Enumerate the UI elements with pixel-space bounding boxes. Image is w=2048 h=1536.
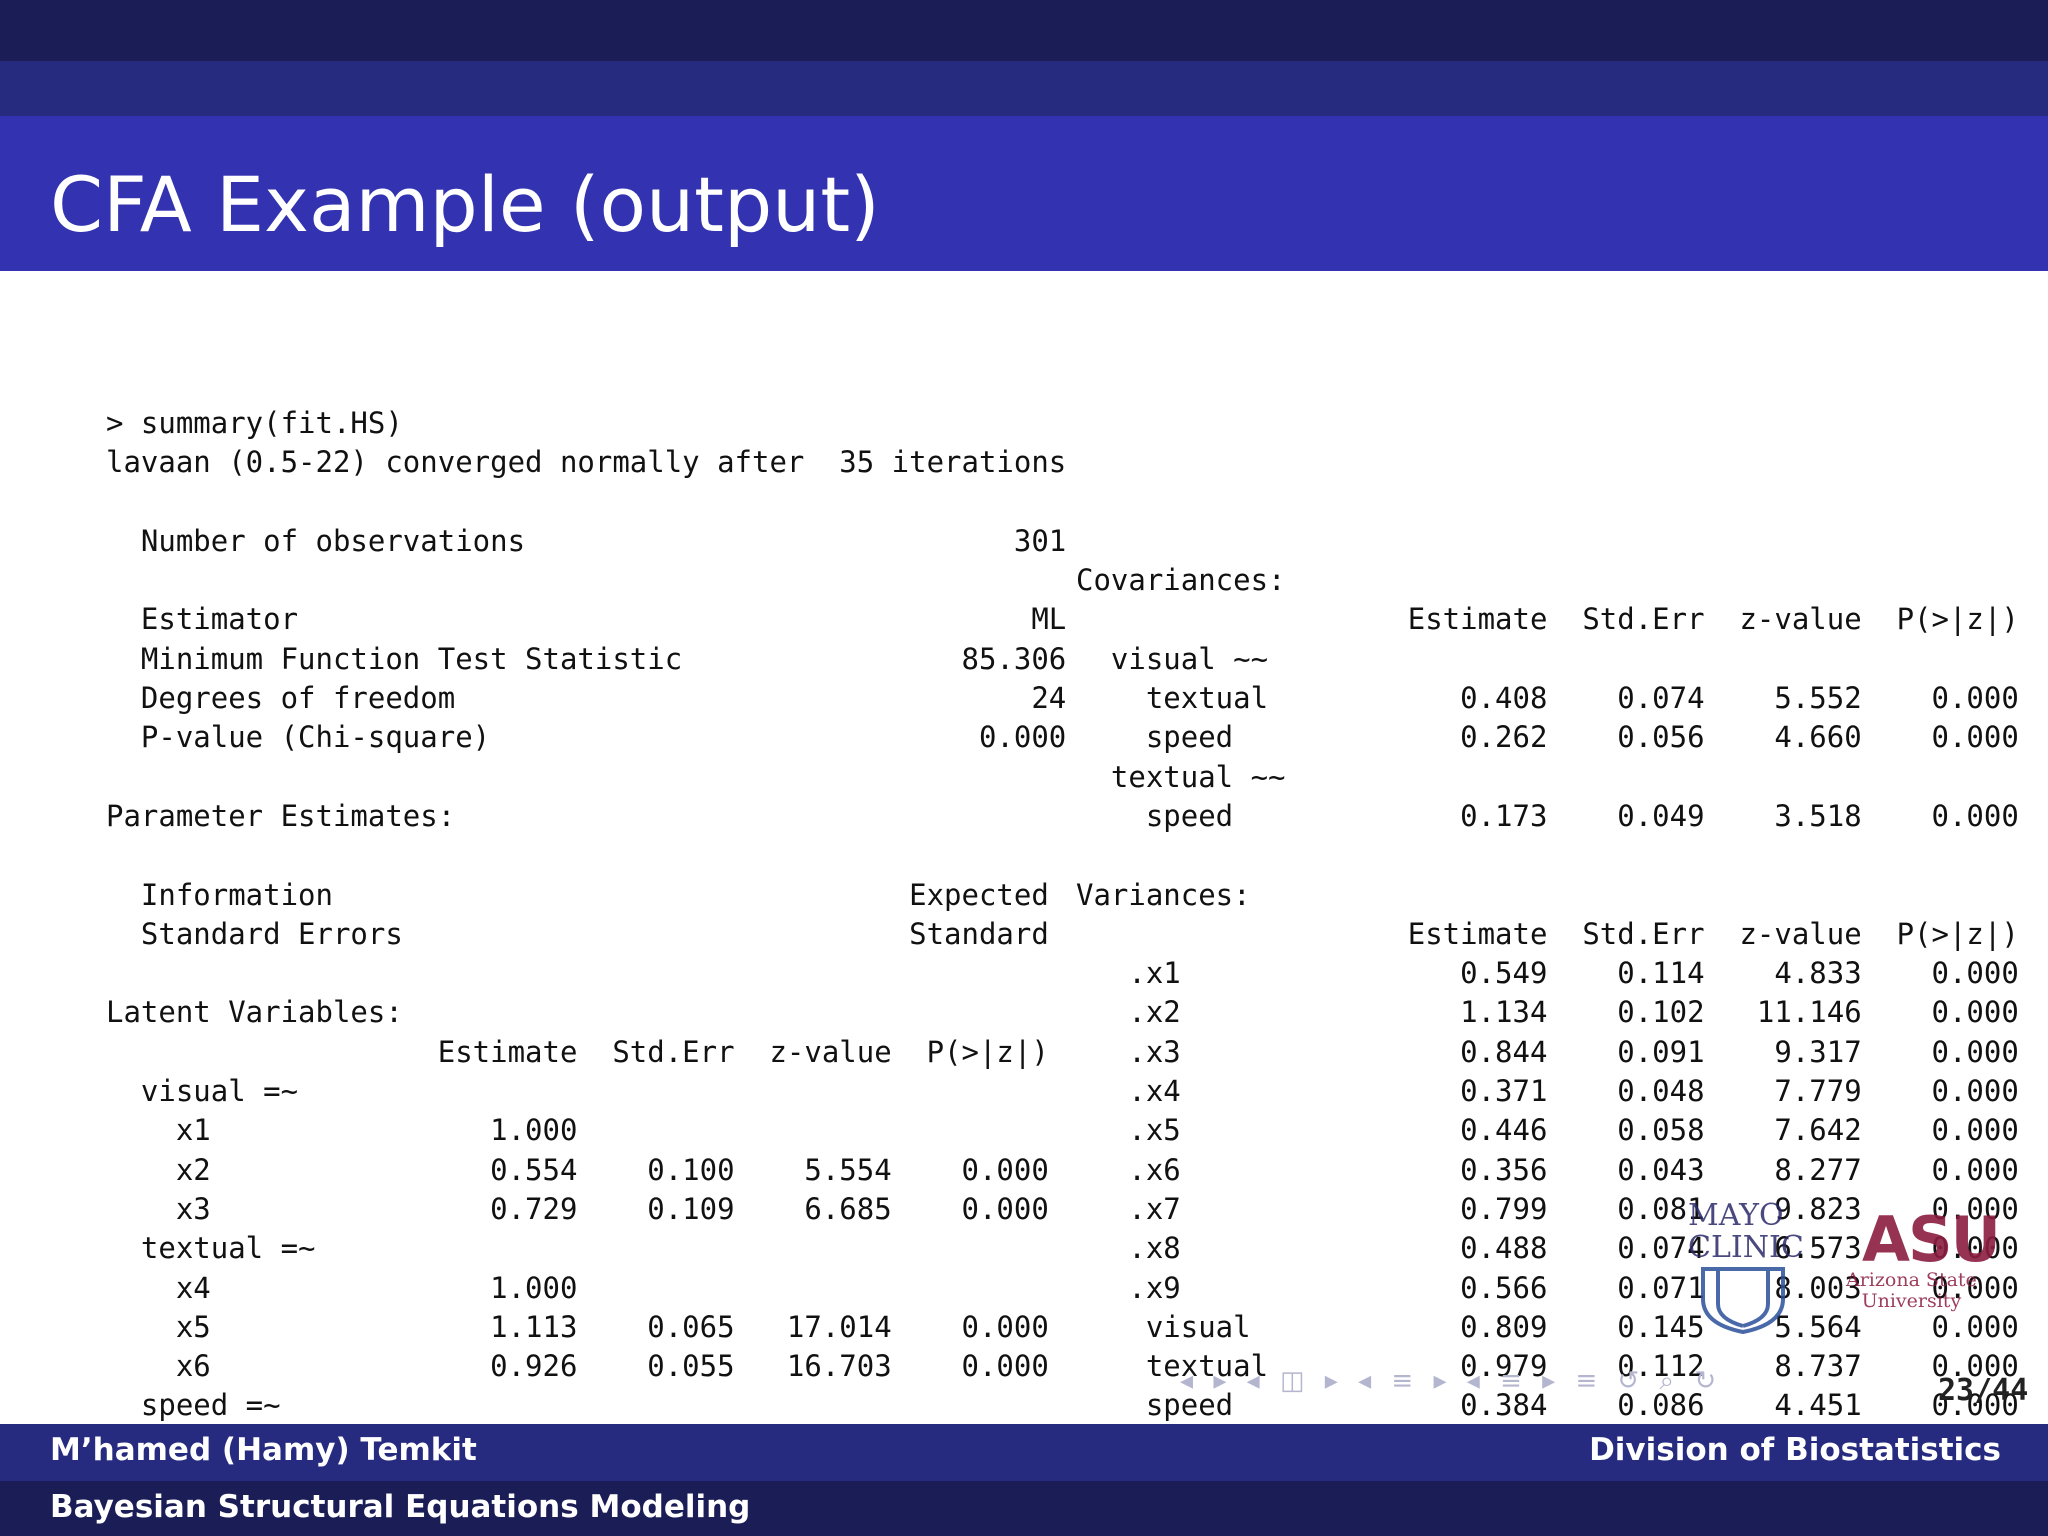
- output-line: Covariances:: [1076, 563, 1286, 598]
- output-line: x4 1.000: [106, 1270, 578, 1305]
- output-line: > summary(fit.HS): [106, 406, 403, 440]
- output-line: Variances:: [1076, 877, 1251, 912]
- mayo-clinic-logo: MAYO CLINIC: [1688, 1200, 1804, 1334]
- output-line: .x2 1.134 0.102 11.146 0.000: [1076, 995, 2019, 1030]
- page-number: 23/44: [1938, 1373, 2029, 1408]
- output-line: visual 0.809 0.145 5.564 0.000: [1076, 1309, 2019, 1344]
- output-line: speed =~: [106, 1388, 281, 1423]
- output-line: .x3 0.844 0.091 9.317 0.000: [1076, 1034, 2019, 1069]
- output-line: textual =~: [106, 1231, 316, 1266]
- header-middle-band: [0, 61, 2048, 116]
- output-line: speed 0.173 0.049 3.518 0.000: [1076, 798, 2019, 833]
- beamer-navigation-icons[interactable]: ◂ ▸ ◂ ◫ ▸ ◂ ≡ ▸ ◂ ≡ ▸ ≡ ↺ ⌕ ↻: [1180, 1366, 1722, 1397]
- output-line: textual ~~: [1076, 759, 1286, 794]
- mayo-logo-line2: CLINIC: [1688, 1230, 1804, 1265]
- output-line: Information Expected: [106, 877, 1049, 912]
- output-line: .x1 0.549 0.114 4.833 0.000: [1076, 956, 2019, 991]
- slide-title: CFA Example (output): [50, 160, 880, 249]
- output-line: x3 0.729 0.109 6.685 0.000: [106, 1191, 1049, 1226]
- output-line: lavaan (0.5-22) converged normally after…: [106, 445, 1067, 480]
- output-line: Degrees of freedom 24: [106, 681, 1067, 716]
- output-line: .x4 0.371 0.048 7.779 0.000: [1076, 1074, 2019, 1109]
- output-line: x5 1.113 0.065 17.014 0.000: [106, 1309, 1049, 1344]
- output-line: Estimate Std.Err z-value P(>|z|): [1076, 602, 2019, 637]
- output-line: Number of observations 301: [106, 523, 1067, 558]
- output-line: Standard Errors Standard: [106, 916, 1049, 951]
- output-line: .x5 0.446 0.058 7.642 0.000: [1076, 1113, 2019, 1148]
- output-line: Estimate Std.Err z-value P(>|z|): [106, 1034, 1049, 1069]
- r-output-left-column: > summary(fit.HS) lavaan (0.5-22) converg…: [106, 404, 1066, 1426]
- output-line: x1 1.000: [106, 1113, 578, 1148]
- asu-logo: ASU: [1862, 1203, 2001, 1276]
- output-line: visual =~: [106, 1074, 299, 1109]
- asu-logo-line1: Arizona State: [1846, 1269, 1977, 1291]
- output-line: Estimate Std.Err z-value P(>|z|): [1076, 916, 2019, 951]
- output-line: Latent Variables:: [106, 995, 403, 1030]
- output-line: x2 0.554 0.100 5.554 0.000: [106, 1152, 1049, 1187]
- output-line: Estimator ML: [106, 602, 1067, 637]
- output-line: .x6 0.356 0.043 8.277 0.000: [1076, 1152, 2019, 1187]
- output-line: Minimum Function Test Statistic 85.306: [106, 641, 1067, 676]
- footer-presentation-title: Bayesian Structural Equations Modeling: [50, 1489, 751, 1525]
- mayo-logo-line1: MAYO: [1688, 1198, 1784, 1233]
- footer-author: M’hamed (Hamy) Temkit: [50, 1432, 477, 1468]
- output-line: textual 0.408 0.074 5.552 0.000: [1076, 681, 2019, 716]
- mayo-shield-icon: [1701, 1267, 1785, 1334]
- asu-logo-line2: University: [1861, 1290, 1962, 1312]
- output-line: Parameter Estimates:: [106, 798, 456, 833]
- header-top-band: [0, 0, 2048, 61]
- output-line: speed 0.262 0.056 4.660 0.000: [1076, 720, 2019, 755]
- output-line: visual ~~: [1076, 641, 1269, 676]
- asu-logo-text: Arizona State University: [1846, 1270, 1977, 1312]
- output-line: P-value (Chi-square) 0.000: [106, 720, 1067, 755]
- footer-affiliation: Division of Biostatistics: [1589, 1432, 2001, 1468]
- output-line: x6 0.926 0.055 16.703 0.000: [106, 1349, 1049, 1384]
